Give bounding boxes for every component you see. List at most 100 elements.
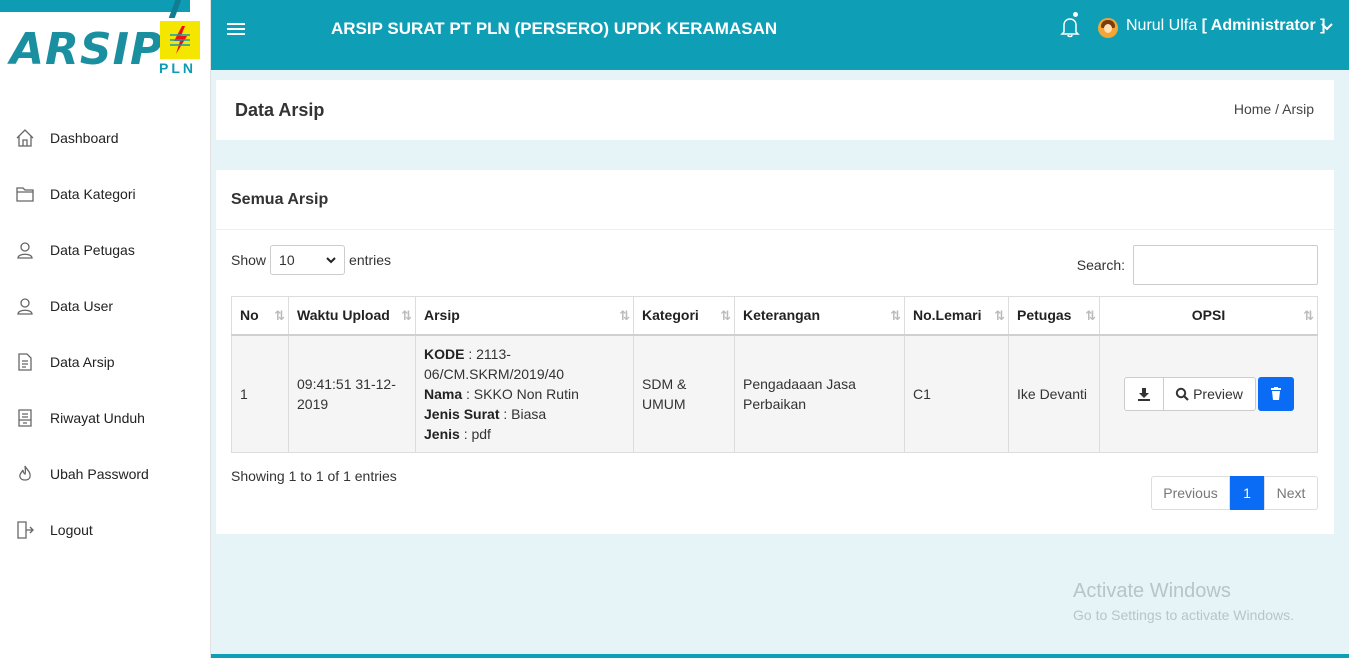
sort-icon: ⇅: [994, 308, 1005, 323]
search-control: Search:: [1077, 245, 1318, 285]
app-title: ARSIP SURAT PT PLN (PERSERO) UPDK KERAMA…: [331, 19, 778, 38]
sidebar: ARSIP PLN Dashboard Data Kategori Data P…: [0, 0, 211, 658]
delete-button[interactable]: [1257, 376, 1294, 411]
sidebar-item-data-user[interactable]: Data User: [0, 278, 210, 334]
sort-icon: ⇅: [274, 308, 285, 323]
sort-icon: ⇅: [890, 308, 901, 323]
col-arsip[interactable]: Arsip ⇅: [415, 296, 634, 336]
download-icon: [1137, 387, 1150, 401]
user-icon: [14, 295, 36, 317]
card-title: Semua Arsip: [231, 191, 329, 208]
sidebar-item-data-kategori[interactable]: Data Kategori: [0, 166, 210, 222]
cell-opsi: Preview: [1099, 334, 1318, 453]
kode-label: KODE: [424, 345, 465, 362]
page-header: Data Arsip Home / Arsip: [216, 80, 1334, 140]
avatar[interactable]: [1098, 18, 1118, 38]
sidebar-item-label: Dashboard: [50, 130, 119, 146]
next-page-button[interactable]: Next: [1264, 476, 1318, 510]
page-title: Data Arsip: [235, 100, 325, 120]
search-label: Search:: [1076, 257, 1125, 273]
col-no-lemari[interactable]: No.Lemari ⇅: [904, 296, 1009, 336]
sidebar-item-label: Riwayat Unduh: [50, 410, 145, 426]
topbar: ARSIP SURAT PT PLN (PERSERO) UPDK KERAMA…: [211, 0, 1349, 70]
sidebar-item-data-arsip[interactable]: Data Arsip: [0, 334, 210, 390]
sort-icon: ⇅: [619, 308, 630, 323]
cell-waktu: 09:41:51 31-12-2019: [288, 334, 416, 453]
document-icon: [14, 351, 36, 373]
bell-icon[interactable]: [1059, 15, 1081, 39]
sort-icon: ⇅: [401, 308, 412, 323]
col-petugas[interactable]: Petugas ⇅: [1008, 296, 1100, 336]
sidebar-item-label: Ubah Password: [50, 466, 149, 482]
logo-stripe: [0, 0, 190, 12]
pagination: Previous 1 Next: [1151, 476, 1318, 510]
sidebar-item-riwayat-unduh[interactable]: Riwayat Unduh: [0, 390, 210, 446]
user-menu[interactable]: Nurul Ulfa [ Administrator ]: [1126, 17, 1325, 35]
sidebar-item-data-petugas[interactable]: Data Petugas: [0, 222, 210, 278]
cell-no: 1: [231, 334, 289, 453]
sidebar-nav: Dashboard Data Kategori Data Petugas Dat…: [0, 110, 210, 558]
pln-logo-icon: [160, 21, 200, 59]
page-1-button[interactable]: 1: [1230, 476, 1264, 510]
archive-table: No ⇅ Waktu Upload ⇅ Arsip ⇅ Kategori ⇅ Keter…: [231, 296, 1318, 453]
col-no[interactable]: No ⇅: [231, 296, 289, 336]
jenis-label: Jenis: [424, 425, 460, 442]
sidebar-item-label: Data User: [50, 298, 114, 314]
breadcrumb[interactable]: Home / Arsip: [1234, 101, 1314, 117]
col-opsi[interactable]: OPSI ⇅: [1099, 296, 1318, 336]
length-control: Show 10 entries: [231, 245, 391, 275]
chevron-down-icon[interactable]: [1321, 22, 1333, 32]
user-icon: [14, 239, 36, 261]
entries-label: entries: [349, 252, 392, 268]
hamburger-icon[interactable]: [227, 20, 245, 38]
jenis-surat-label: Jenis Surat: [424, 405, 500, 422]
archive-card: Semua Arsip Show 10 entries Search: No ⇅ …: [216, 170, 1334, 534]
search-input[interactable]: [1133, 245, 1318, 285]
show-label: Show: [231, 252, 267, 268]
nama-label: Nama: [424, 385, 463, 402]
row-actions: Preview: [1108, 376, 1309, 411]
folder-icon: [14, 183, 36, 205]
table-row: 1 09:41:51 31-12-2019 KODE : 2113-06/CM.…: [231, 334, 1318, 453]
home-icon: [14, 127, 36, 149]
sort-icon: ⇅: [720, 308, 731, 323]
sidebar-item-logout[interactable]: Logout: [0, 502, 210, 558]
download-button[interactable]: [1123, 376, 1164, 411]
sidebar-item-label: Logout: [50, 522, 93, 538]
sidebar-item-dashboard[interactable]: Dashboard: [0, 110, 210, 166]
sidebar-item-ubah-password[interactable]: Ubah Password: [0, 446, 210, 502]
cell-keterangan: Pengadaaan Jasa Perbaikan: [734, 334, 905, 453]
sidebar-item-label: Data Petugas: [50, 242, 135, 258]
sidebar-item-label: Data Kategori: [50, 186, 136, 202]
watermark-subtitle: Go to Settings to activate Windows.: [1073, 607, 1294, 623]
flame-icon: [14, 463, 36, 485]
search-icon: [1175, 387, 1189, 401]
sidebar-item-label: Data Arsip: [50, 354, 115, 370]
notification-dot: [1073, 12, 1078, 17]
col-kategori[interactable]: Kategori ⇅: [633, 296, 735, 336]
table-header-row: No ⇅ Waktu Upload ⇅ Arsip ⇅ Kategori ⇅ Keter…: [231, 296, 1318, 336]
user-role: [ Administrator ]: [1201, 17, 1326, 34]
jenis-value: : pdf: [459, 425, 491, 442]
preview-button[interactable]: Preview: [1163, 376, 1256, 411]
previous-page-button[interactable]: Previous: [1151, 476, 1230, 510]
bottom-bar: [211, 654, 1349, 658]
table-info: Showing 1 to 1 of 1 entries: [231, 468, 397, 484]
page-length-select[interactable]: 10: [270, 245, 346, 275]
archive-icon: [14, 407, 36, 429]
trash-icon: [1270, 387, 1281, 400]
watermark-title: Activate Windows: [1073, 580, 1231, 602]
windows-watermark: Activate Windows Go to Settings to activ…: [1073, 580, 1294, 623]
user-name: Nurul Ulfa: [1126, 17, 1198, 34]
col-keterangan[interactable]: Keterangan ⇅: [734, 296, 905, 336]
col-waktu-upload[interactable]: Waktu Upload ⇅: [288, 296, 416, 336]
jenis-surat-value: : Biasa: [499, 405, 547, 422]
sort-icon: ⇅: [1085, 308, 1096, 323]
cell-petugas: Ike Devanti: [1008, 334, 1100, 453]
nama-value: : SKKO Non Rutin: [462, 385, 579, 402]
logo: ARSIP PLN: [0, 0, 210, 100]
cell-kategori: SDM & UMUM: [633, 334, 735, 453]
divider: [216, 229, 1334, 230]
sort-icon: ⇅: [1303, 308, 1314, 323]
exit-icon: [14, 519, 36, 541]
